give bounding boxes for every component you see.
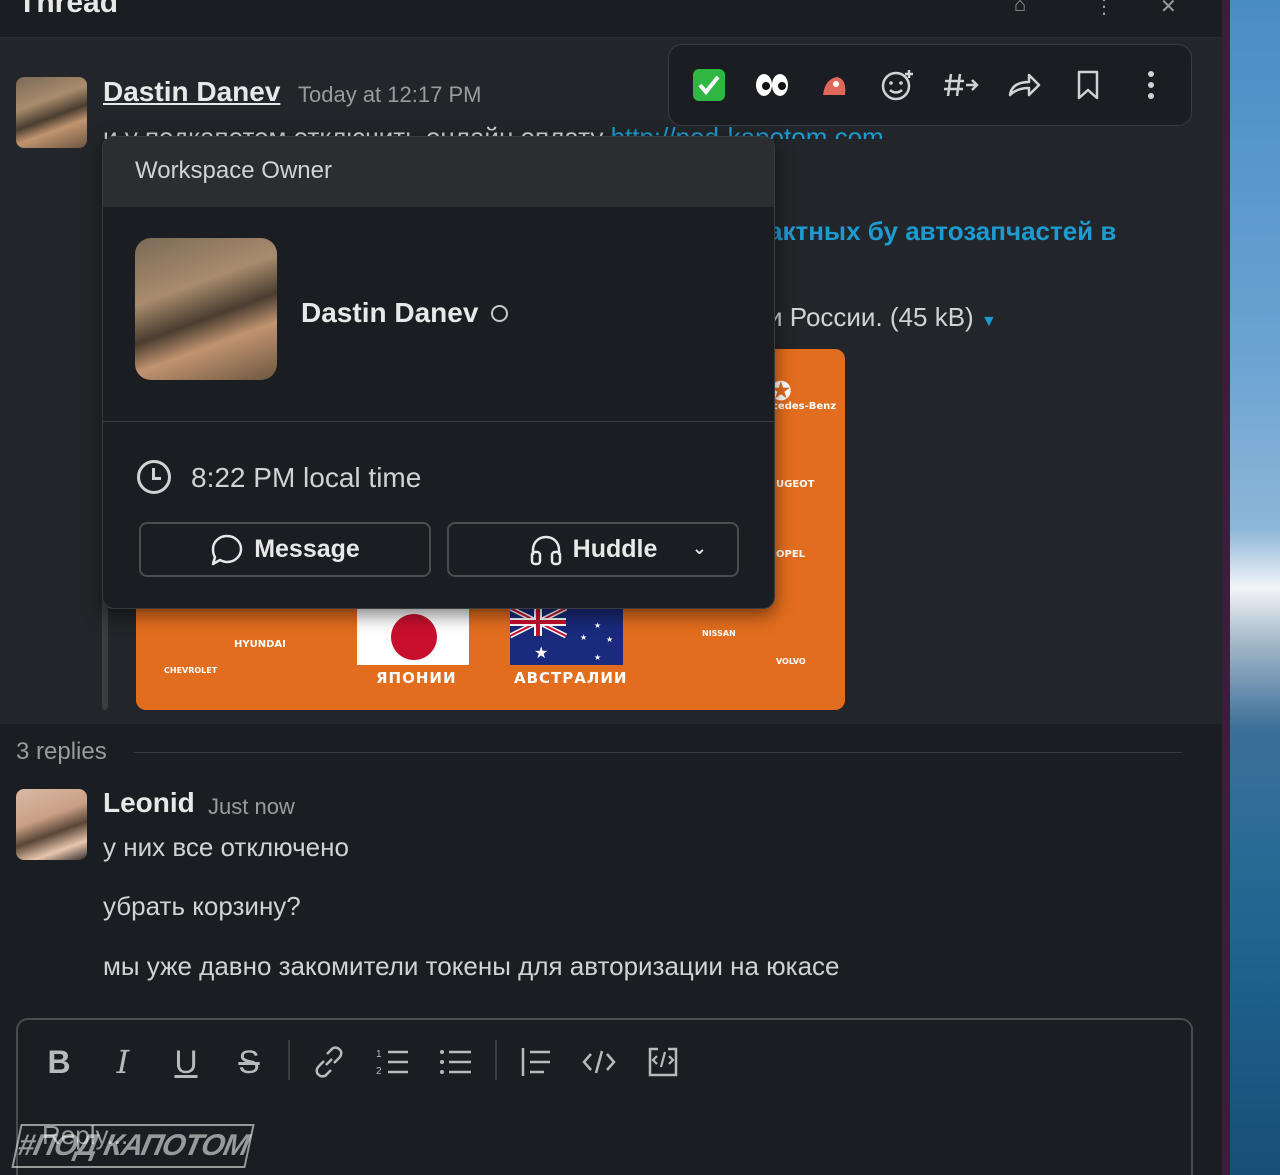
attachment-rule [102, 600, 108, 710]
huddle-button[interactable]: Huddle ⌄ [447, 522, 739, 577]
country-label-japan: ЯПОНИИ [376, 669, 457, 687]
svg-text:2: 2 [376, 1066, 382, 1077]
message-button-label: Message [254, 535, 360, 563]
reply-timestamp[interactable]: Just now [208, 794, 295, 820]
watermark-logo: #ПОД КАПОТОМ [11, 1124, 255, 1168]
svg-text:1: 1 [376, 1049, 382, 1060]
reply-line: у них все отключено [103, 832, 349, 862]
profile-avatar[interactable] [135, 238, 277, 380]
attachment-title[interactable]: актных бу автозапчастей в [768, 216, 1116, 247]
share-icon[interactable] [1002, 63, 1046, 107]
svg-text:★: ★ [594, 653, 601, 662]
reply-line: убрать корзину? [103, 891, 301, 921]
message-bubble-icon [210, 533, 244, 567]
brand-label: cedes-Benz [772, 401, 837, 412]
huddle-button-label: Huddle [572, 535, 658, 563]
svg-text:★: ★ [594, 621, 601, 630]
reply-line: мы уже давно закомители токены для автор… [103, 951, 840, 981]
underline-icon[interactable]: U [163, 1040, 209, 1084]
country-label-australia: АВСТРАЛИИ [514, 669, 628, 687]
more-actions-icon[interactable] [1129, 63, 1173, 107]
window-divider [1222, 0, 1230, 1175]
brand-label: UGEOT [776, 479, 815, 490]
thread-pane: Thread ⌂ ⋮ ✕ Dastin Danev Today at 12:17… [0, 0, 1222, 1175]
svg-text:★: ★ [534, 645, 548, 662]
more-header-icon[interactable]: ⋮ [1094, 0, 1120, 18]
profile-card: Workspace Owner Dastin Danev 8:22 PM loc… [102, 136, 775, 609]
message-button[interactable]: Message [139, 522, 431, 577]
japan-flag-icon [357, 608, 469, 665]
attachment-size: и России. (45 kB) [768, 302, 974, 332]
add-reaction-icon[interactable] [876, 63, 920, 107]
close-icon[interactable]: ✕ [1160, 0, 1186, 18]
reply-in-channel-icon[interactable] [939, 63, 983, 107]
replies-count: 3 replies [16, 738, 107, 765]
brand-label: OPEL [776, 549, 806, 560]
avatar[interactable] [16, 789, 87, 860]
eyes-icon[interactable] [750, 63, 794, 107]
clock-icon [137, 460, 171, 494]
message-actions-toolbar [668, 44, 1192, 126]
blockquote-icon[interactable] [513, 1040, 559, 1084]
bold-icon[interactable]: B [36, 1040, 82, 1084]
link-icon[interactable] [306, 1040, 352, 1084]
brand-label: VOLVO [776, 657, 806, 666]
reply-author[interactable]: Leonid [103, 787, 195, 819]
attachment-meta: и России. (45 kB) ▼ [768, 302, 997, 333]
code-icon[interactable] [576, 1040, 622, 1084]
brand-label: CHEVROLET [164, 666, 218, 675]
chevron-down-icon[interactable]: ⌄ [692, 538, 707, 559]
avatar[interactable] [16, 77, 87, 148]
australia-flag-icon: ★ ★ ★ ★ ★ [508, 605, 623, 665]
headphones-icon [529, 533, 563, 567]
custom-emoji-icon[interactable] [813, 63, 857, 107]
profile-card-header: Workspace Owner [103, 137, 774, 207]
message-author[interactable]: Dastin Danev [103, 76, 280, 108]
huddle-header-icon[interactable]: ⌂ [1014, 0, 1040, 16]
presence-away-icon [491, 305, 508, 322]
svg-text:★: ★ [580, 633, 587, 642]
message-timestamp[interactable]: Today at 12:17 PM [298, 82, 481, 108]
svg-text:★: ★ [606, 635, 613, 644]
profile-divider [103, 421, 774, 422]
profile-name[interactable]: Dastin Danev [301, 297, 478, 329]
thread-header: Thread ⌂ ⋮ ✕ [0, 0, 1222, 38]
thread-title: Thread [18, 0, 119, 19]
replies-divider [134, 752, 1182, 753]
check-mark-icon[interactable] [687, 63, 731, 107]
toolbar-separator [495, 1040, 497, 1080]
italic-icon[interactable]: I [100, 1040, 146, 1084]
brand-label: NISSAN [702, 629, 736, 638]
caret-down-icon[interactable]: ▼ [981, 313, 997, 330]
code-block-icon[interactable] [640, 1040, 686, 1084]
toolbar-separator [288, 1040, 290, 1080]
numbered-list-icon[interactable]: 12 [370, 1040, 416, 1084]
strikethrough-icon[interactable]: S [226, 1040, 272, 1084]
desktop-wallpaper [1230, 0, 1280, 1175]
brand-label: HYUNDAI [234, 639, 286, 650]
profile-role: Workspace Owner [135, 157, 332, 184]
bookmark-icon[interactable] [1066, 63, 1110, 107]
local-time: 8:22 PM local time [191, 462, 422, 493]
bullet-list-icon[interactable] [433, 1040, 479, 1084]
